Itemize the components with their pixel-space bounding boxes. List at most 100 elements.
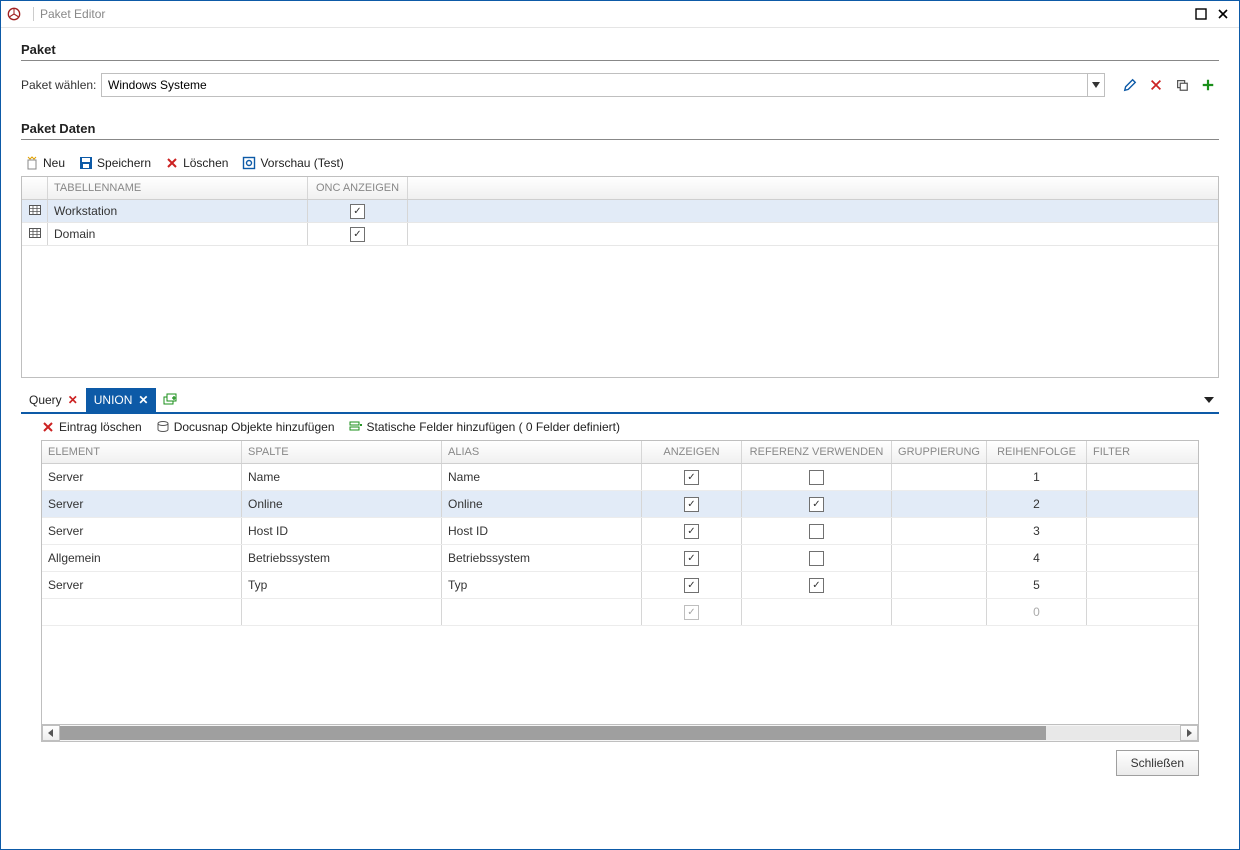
- tab-close-icon[interactable]: ✕: [68, 393, 78, 407]
- qgrid-col-reihenfolge-header[interactable]: REIHENFOLGE: [987, 441, 1087, 463]
- statische-felder-button[interactable]: Statische Felder hinzufügen ( 0 Felder d…: [349, 420, 620, 434]
- row-onc-cell[interactable]: ✓: [308, 223, 408, 245]
- grid1-col-icon-header[interactable]: [22, 177, 48, 199]
- cell-spalte[interactable]: Name: [242, 464, 442, 490]
- qgrid-col-element-header[interactable]: ELEMENT: [42, 441, 242, 463]
- cell-reihenfolge[interactable]: 2: [987, 491, 1087, 517]
- cell-element[interactable]: Server: [42, 572, 242, 598]
- close-dialog-button[interactable]: Schließen: [1116, 750, 1199, 776]
- cell-spalte[interactable]: Online: [242, 491, 442, 517]
- cell-spalte[interactable]: Betriebssystem: [242, 545, 442, 571]
- checkbox-icon[interactable]: ✓: [350, 204, 365, 219]
- cell-alias[interactable]: Online: [442, 491, 642, 517]
- table-row[interactable]: AllgemeinBetriebssystemBetriebssystem✓4: [42, 545, 1198, 572]
- cell-spalte[interactable]: [242, 599, 442, 625]
- paket-select[interactable]: [101, 73, 1105, 97]
- row-onc-cell[interactable]: ✓: [308, 200, 408, 222]
- paket-select-input[interactable]: [102, 74, 1087, 96]
- scroll-track[interactable]: [60, 726, 1180, 740]
- cell-anzeigen[interactable]: ✓: [642, 599, 742, 625]
- scroll-left-icon[interactable]: [42, 725, 60, 741]
- cell-referenz[interactable]: [742, 545, 892, 571]
- qgrid-col-gruppierung-header[interactable]: GRUPPIERUNG: [892, 441, 987, 463]
- neu-button[interactable]: Neu: [25, 156, 65, 170]
- checkbox-icon[interactable]: ✓: [684, 524, 699, 539]
- cell-gruppierung[interactable]: [892, 599, 987, 625]
- cell-anzeigen[interactable]: ✓: [642, 491, 742, 517]
- row-tabellenname-cell[interactable]: Workstation: [48, 200, 308, 222]
- cell-spalte[interactable]: Host ID: [242, 518, 442, 544]
- checkbox-icon[interactable]: ✓: [684, 578, 699, 593]
- cell-anzeigen[interactable]: ✓: [642, 464, 742, 490]
- close-button[interactable]: [1213, 4, 1233, 24]
- cell-element[interactable]: Allgemein: [42, 545, 242, 571]
- cell-reihenfolge[interactable]: 3: [987, 518, 1087, 544]
- qgrid-col-spalte-header[interactable]: SPALTE: [242, 441, 442, 463]
- tab-union[interactable]: UNION✕: [86, 388, 157, 412]
- checkbox-icon[interactable]: ✓: [684, 551, 699, 566]
- cell-reihenfolge[interactable]: 0: [987, 599, 1087, 625]
- tab-menu-button[interactable]: [1199, 390, 1219, 410]
- vorschau-button[interactable]: Vorschau (Test): [242, 156, 343, 170]
- checkbox-icon[interactable]: ✓: [350, 227, 365, 242]
- tab-close-icon[interactable]: ✕: [138, 393, 148, 407]
- tab-query[interactable]: Query✕: [21, 388, 86, 412]
- cell-referenz[interactable]: [742, 599, 892, 625]
- cell-filter[interactable]: [1087, 464, 1198, 490]
- scroll-thumb[interactable]: [60, 726, 1046, 740]
- paket-select-dropdown-icon[interactable]: [1087, 74, 1104, 96]
- eintrag-loeschen-button[interactable]: Eintrag löschen: [41, 420, 142, 434]
- add-paket-button[interactable]: [1197, 74, 1219, 96]
- cell-spalte[interactable]: Typ: [242, 572, 442, 598]
- cell-referenz[interactable]: [742, 464, 892, 490]
- loeschen-button[interactable]: Löschen: [165, 156, 228, 170]
- cell-gruppierung[interactable]: [892, 464, 987, 490]
- cell-element[interactable]: Server: [42, 491, 242, 517]
- copy-paket-button[interactable]: [1171, 74, 1193, 96]
- qgrid-col-referenz-header[interactable]: REFERENZ VERWENDEN: [742, 441, 892, 463]
- cell-alias[interactable]: Host ID: [442, 518, 642, 544]
- checkbox-icon[interactable]: ✓: [684, 497, 699, 512]
- docusnap-add-button[interactable]: Docusnap Objekte hinzufügen: [156, 420, 335, 434]
- scroll-right-icon[interactable]: [1180, 725, 1198, 741]
- cell-alias[interactable]: [442, 599, 642, 625]
- cell-reihenfolge[interactable]: 4: [987, 545, 1087, 571]
- grid1-col-onc-header[interactable]: ONC ANZEIGEN: [308, 177, 408, 199]
- table-row[interactable]: ServerHost IDHost ID✓3: [42, 518, 1198, 545]
- qgrid-col-filter-header[interactable]: FILTER: [1087, 441, 1198, 463]
- cell-element[interactable]: [42, 599, 242, 625]
- table-row[interactable]: ServerOnlineOnline✓✓2: [42, 491, 1198, 518]
- cell-anzeigen[interactable]: ✓: [642, 572, 742, 598]
- cell-anzeigen[interactable]: ✓: [642, 545, 742, 571]
- cell-gruppierung[interactable]: [892, 545, 987, 571]
- maximize-button[interactable]: [1191, 4, 1211, 24]
- cell-filter[interactable]: [1087, 491, 1198, 517]
- query-grid-hscrollbar[interactable]: [42, 724, 1198, 741]
- cell-referenz[interactable]: ✓: [742, 491, 892, 517]
- add-tab-button[interactable]: [160, 390, 180, 410]
- checkbox-icon[interactable]: ✓: [809, 497, 824, 512]
- checkbox-icon[interactable]: [809, 551, 824, 566]
- checkbox-icon[interactable]: ✓: [809, 578, 824, 593]
- cell-gruppierung[interactable]: [892, 518, 987, 544]
- table-row[interactable]: Domain✓: [22, 223, 1218, 246]
- qgrid-col-anzeigen-header[interactable]: ANZEIGEN: [642, 441, 742, 463]
- cell-alias[interactable]: Name: [442, 464, 642, 490]
- table-row[interactable]: ServerTypTyp✓✓5: [42, 572, 1198, 599]
- cell-filter[interactable]: [1087, 545, 1198, 571]
- speichern-button[interactable]: Speichern: [79, 156, 151, 170]
- cell-referenz[interactable]: [742, 518, 892, 544]
- cell-reihenfolge[interactable]: 5: [987, 572, 1087, 598]
- checkbox-icon[interactable]: [809, 524, 824, 539]
- qgrid-col-alias-header[interactable]: ALIAS: [442, 441, 642, 463]
- grid1-col-tabellenname-header[interactable]: TABELLENNAME: [48, 177, 308, 199]
- cell-referenz[interactable]: ✓: [742, 572, 892, 598]
- cell-element[interactable]: Server: [42, 464, 242, 490]
- cell-reihenfolge[interactable]: 1: [987, 464, 1087, 490]
- delete-paket-button[interactable]: [1145, 74, 1167, 96]
- cell-anzeigen[interactable]: ✓: [642, 518, 742, 544]
- table-row[interactable]: ServerNameName✓1: [42, 464, 1198, 491]
- table-row-placeholder[interactable]: ✓0: [42, 599, 1198, 626]
- cell-filter[interactable]: [1087, 518, 1198, 544]
- edit-paket-button[interactable]: [1119, 74, 1141, 96]
